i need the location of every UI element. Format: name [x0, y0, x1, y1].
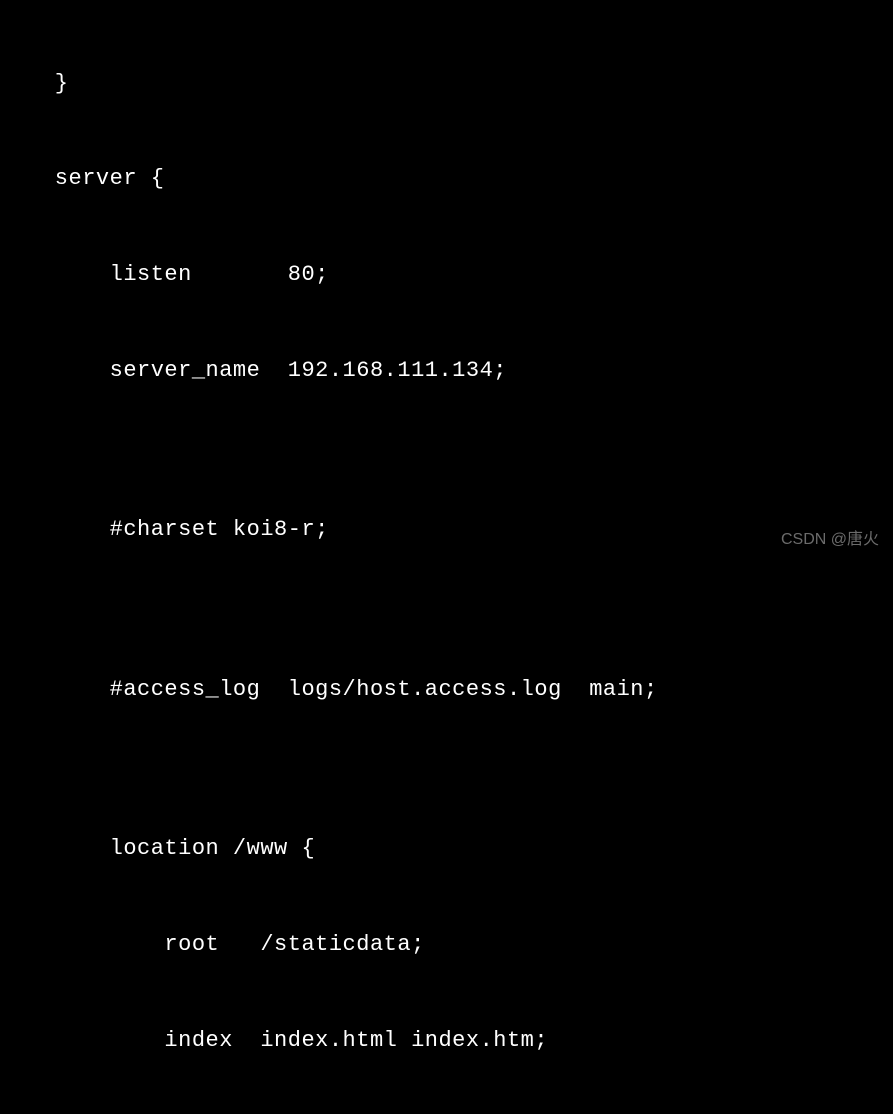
code-line: #charset koi8-r;	[0, 514, 893, 546]
code-line: }	[0, 68, 893, 100]
watermark-text: CSDN @唐火	[781, 528, 879, 551]
code-line: location /www {	[0, 833, 893, 865]
code-line: #access_log logs/host.access.log main;	[0, 674, 893, 706]
code-block: } server { listen 80; server_name 192.16…	[0, 4, 893, 1114]
code-line: index index.html index.htm;	[0, 1025, 893, 1057]
code-line: root /staticdata;	[0, 929, 893, 961]
code-line: server {	[0, 163, 893, 195]
code-line: listen 80;	[0, 259, 893, 291]
code-line: server_name 192.168.111.134;	[0, 355, 893, 387]
